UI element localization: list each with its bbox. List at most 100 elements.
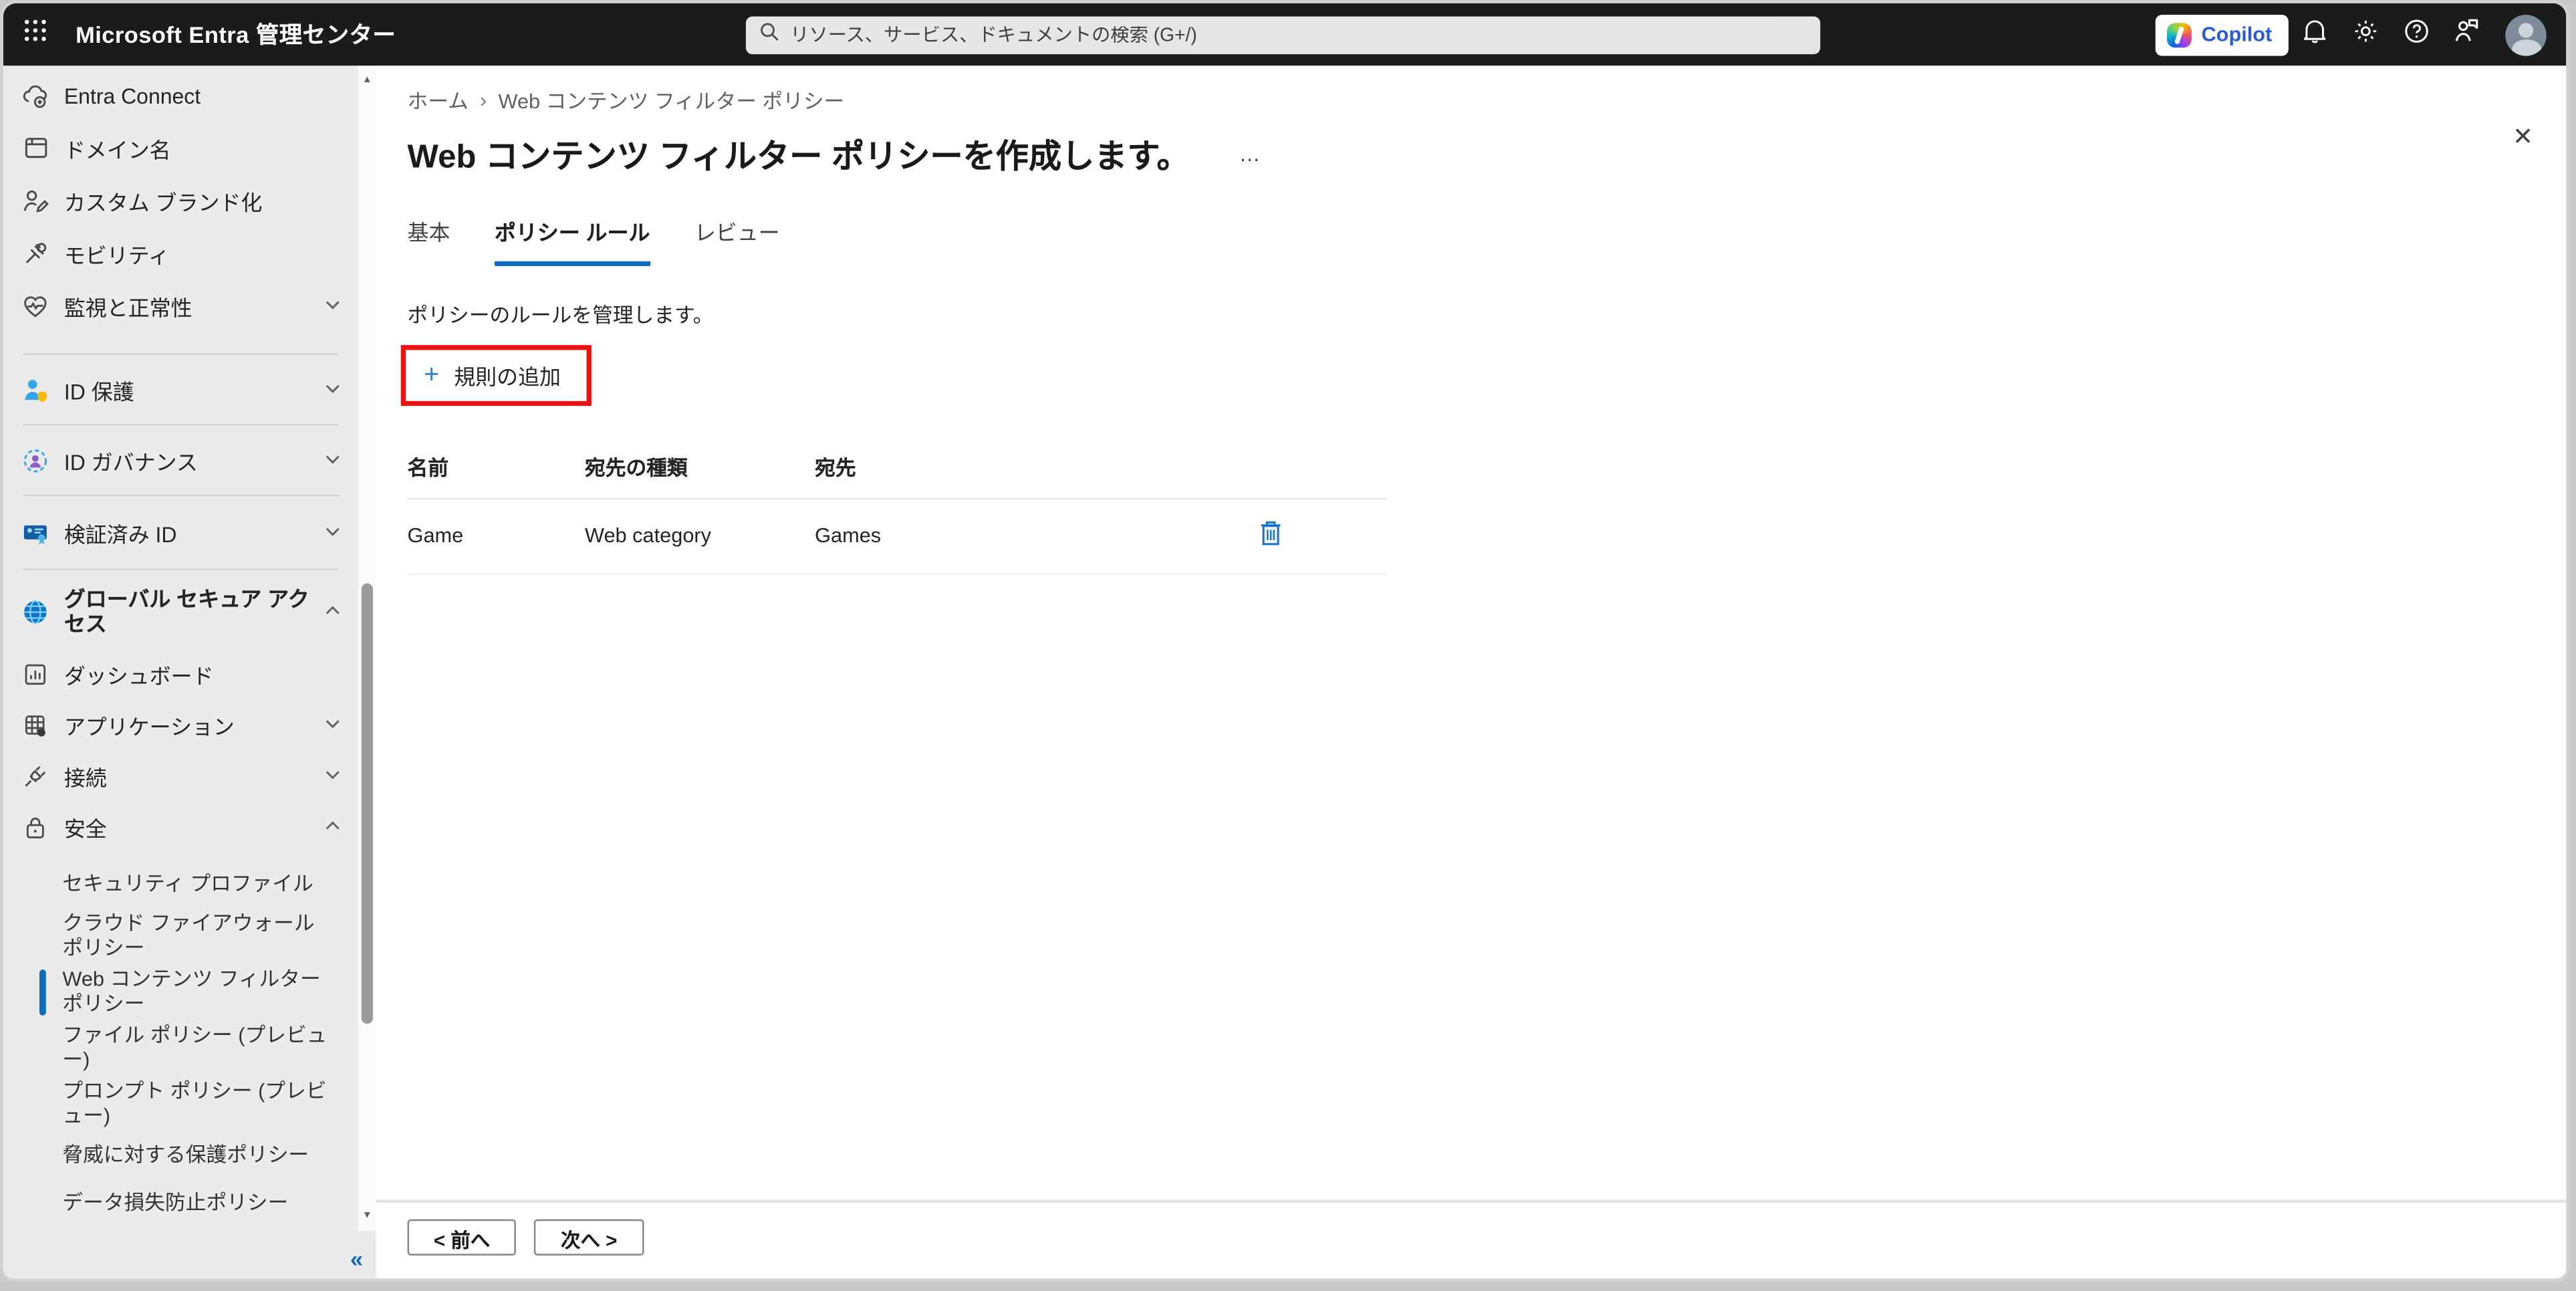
chevron-down-icon — [317, 377, 342, 402]
sidebar-item-entra-connect[interactable]: Entra Connect — [3, 69, 358, 122]
sidebar-item-applications[interactable]: アプリケーション — [3, 700, 358, 751]
help-icon — [2403, 17, 2429, 52]
breadcrumb-current[interactable]: Web コンテンツ フィルター ポリシー — [499, 84, 845, 115]
sidebar-collapse-button[interactable]: « — [350, 1246, 363, 1272]
sidebar-scrollbar[interactable]: ▲ ▼ — [358, 66, 376, 1231]
sidebar-item-web-content-filter-policy[interactable]: Web コンテンツ フィルター ポリシー — [3, 965, 358, 1021]
topbar-actions: Copilot — [2155, 3, 2557, 66]
sidebar-item-verified-id[interactable]: 検証済み ID — [3, 496, 358, 568]
rules-table: 名前 宛先の種類 宛先 Game Web category Games — [407, 444, 1387, 576]
sidebar-item-label: グローバル セキュア アクセス — [63, 586, 309, 636]
domain-icon — [21, 134, 49, 162]
add-rule-button[interactable]: + 規則の追加 — [406, 350, 588, 401]
bell-icon — [2301, 17, 2327, 52]
sidebar-item-connect[interactable]: 接続 — [3, 751, 358, 802]
sidebar-item-file-policy[interactable]: ファイル ポリシー (プレビュー) — [3, 1020, 358, 1076]
previous-button[interactable]: < 前へ — [407, 1219, 517, 1256]
heart-pulse-icon — [21, 291, 49, 320]
column-header-name: 名前 — [407, 457, 449, 480]
more-options-button[interactable]: … — [1239, 142, 1262, 164]
app-launcher-button[interactable] — [3, 3, 66, 66]
notifications-button[interactable] — [2289, 3, 2339, 66]
search-input[interactable] — [790, 25, 1821, 45]
sidebar-item-label: 監視と正常性 — [63, 295, 192, 320]
app-title: Microsoft Entra 管理センター — [76, 21, 396, 48]
sidebar-item-custom-branding[interactable]: カスタム ブランド化 — [3, 174, 358, 227]
plug-icon — [21, 762, 49, 790]
gear-icon — [2351, 17, 2377, 52]
close-icon[interactable]: ✕ — [2513, 122, 2533, 151]
entra-admin-window: Microsoft Entra 管理センター Copilot — [0, 0, 2570, 1282]
chevron-up-icon — [317, 599, 342, 624]
column-header-destination-type: 宛先の種類 — [585, 457, 688, 480]
sidebar-divider — [23, 568, 339, 570]
scrollbar-down-arrow[interactable]: ▼ — [358, 1206, 376, 1225]
sidebar-item-label: 接続 — [63, 766, 107, 791]
breadcrumb: ホーム › Web コンテンツ フィルター ポリシー — [408, 84, 2540, 115]
sidebar-item-label: ドメイン名 — [63, 137, 171, 162]
help-button[interactable] — [2390, 3, 2441, 66]
sidebar-item-threat-protection-policy[interactable]: 脅威に対する保護ポリシー — [3, 1133, 358, 1180]
sidebar-nav: Entra Connect ドメイン名 カスタム ブランド化 モビリティ 監視と… — [3, 66, 358, 1227]
breadcrumb-separator-icon: › — [480, 88, 487, 111]
sidebar-item-label: モビリティ — [63, 242, 170, 267]
table-header-row: 名前 宛先の種類 宛先 — [407, 444, 1387, 500]
sidebar-item-mobility[interactable]: モビリティ — [3, 227, 358, 279]
annotation-highlight-box: + 規則の追加 — [400, 345, 592, 406]
chevron-down-icon — [317, 713, 342, 738]
sidebar-item-prompt-policy[interactable]: プロンプト ポリシー (プレビュー) — [3, 1076, 358, 1133]
chevron-down-icon — [317, 294, 342, 318]
sidebar-item-cloud-firewall-policy[interactable]: クラウド ファイアウォール ポリシー — [3, 909, 358, 965]
sidebar-item-label: 安全 — [63, 816, 107, 842]
settings-button[interactable] — [2339, 3, 2390, 66]
sidebar-item-label: ID 保護 — [63, 378, 134, 404]
verified-id-icon — [21, 518, 49, 546]
person-edit-icon — [21, 187, 49, 215]
account-avatar[interactable] — [2505, 13, 2547, 55]
breadcrumb-home[interactable]: ホーム — [408, 84, 469, 115]
column-header-destination: 宛先 — [815, 457, 856, 480]
scrollbar-thumb[interactable] — [361, 583, 373, 1024]
sidebar-item-id-governance[interactable]: ID ガバナンス — [3, 426, 358, 495]
dashboard-icon — [21, 661, 49, 689]
wizard-footer: < 前へ 次へ > — [376, 1199, 2567, 1279]
feedback-button[interactable] — [2441, 3, 2492, 66]
screen: Microsoft Entra 管理センター Copilot — [0, 0, 2576, 1291]
waffle-icon — [22, 18, 47, 51]
plus-icon: + — [424, 360, 440, 389]
id-protection-icon — [21, 376, 49, 404]
sidebar-item-secure[interactable]: 安全 — [3, 802, 358, 852]
sidebar-item-label: Entra Connect — [63, 83, 201, 108]
topbar: Microsoft Entra 管理センター Copilot — [3, 3, 2567, 66]
sidebar: Entra Connect ドメイン名 カスタム ブランド化 モビリティ 監視と… — [3, 66, 376, 1279]
sidebar-item-dlp-policy[interactable]: データ損失防止ポリシー — [3, 1180, 358, 1227]
main-content: ホーム › Web コンテンツ フィルター ポリシー Web コンテンツ フィル… — [376, 66, 2567, 1279]
tab-basics[interactable]: 基本 — [408, 215, 450, 266]
id-governance-icon — [21, 446, 49, 474]
table-row: Game Web category Games — [407, 499, 1387, 576]
sidebar-item-security-profiles[interactable]: セキュリティ プロファイル — [3, 861, 358, 909]
applications-icon — [21, 711, 49, 739]
global-search — [745, 16, 1821, 55]
cell-name: Game — [407, 524, 464, 548]
secure-submenu: セキュリティ プロファイル クラウド ファイアウォール ポリシー Web コンテ… — [3, 861, 358, 1227]
tab-review[interactable]: レビュー — [694, 215, 780, 266]
tab-policy-rules[interactable]: ポリシー ルール — [494, 215, 650, 267]
next-button[interactable]: 次へ > — [534, 1219, 644, 1256]
sidebar-item-dashboard[interactable]: ダッシュボード — [3, 649, 358, 700]
sidebar-item-id-protection[interactable]: ID 保護 — [3, 355, 358, 424]
tab-description: ポリシーのルールを管理します。 — [407, 304, 714, 328]
sidebar-item-domain-names[interactable]: ドメイン名 — [3, 122, 358, 174]
chevron-down-icon — [317, 448, 342, 473]
sidebar-item-global-secure-access[interactable]: グローバル セキュア アクセス — [3, 574, 358, 649]
sidebar-item-monitoring-health[interactable]: 監視と正常性 — [3, 279, 358, 332]
add-rule-label: 規則の追加 — [454, 364, 561, 390]
globe-icon — [21, 597, 49, 625]
copilot-icon — [2166, 22, 2192, 47]
delete-rule-button[interactable] — [1259, 521, 1285, 550]
chevron-down-icon — [317, 764, 342, 789]
wizard-tabs: 基本 ポリシー ルール レビュー — [408, 215, 2540, 267]
scrollbar-up-arrow[interactable]: ▲ — [358, 71, 376, 90]
copilot-button[interactable]: Copilot — [2155, 13, 2289, 55]
cell-destination: Games — [815, 524, 882, 548]
